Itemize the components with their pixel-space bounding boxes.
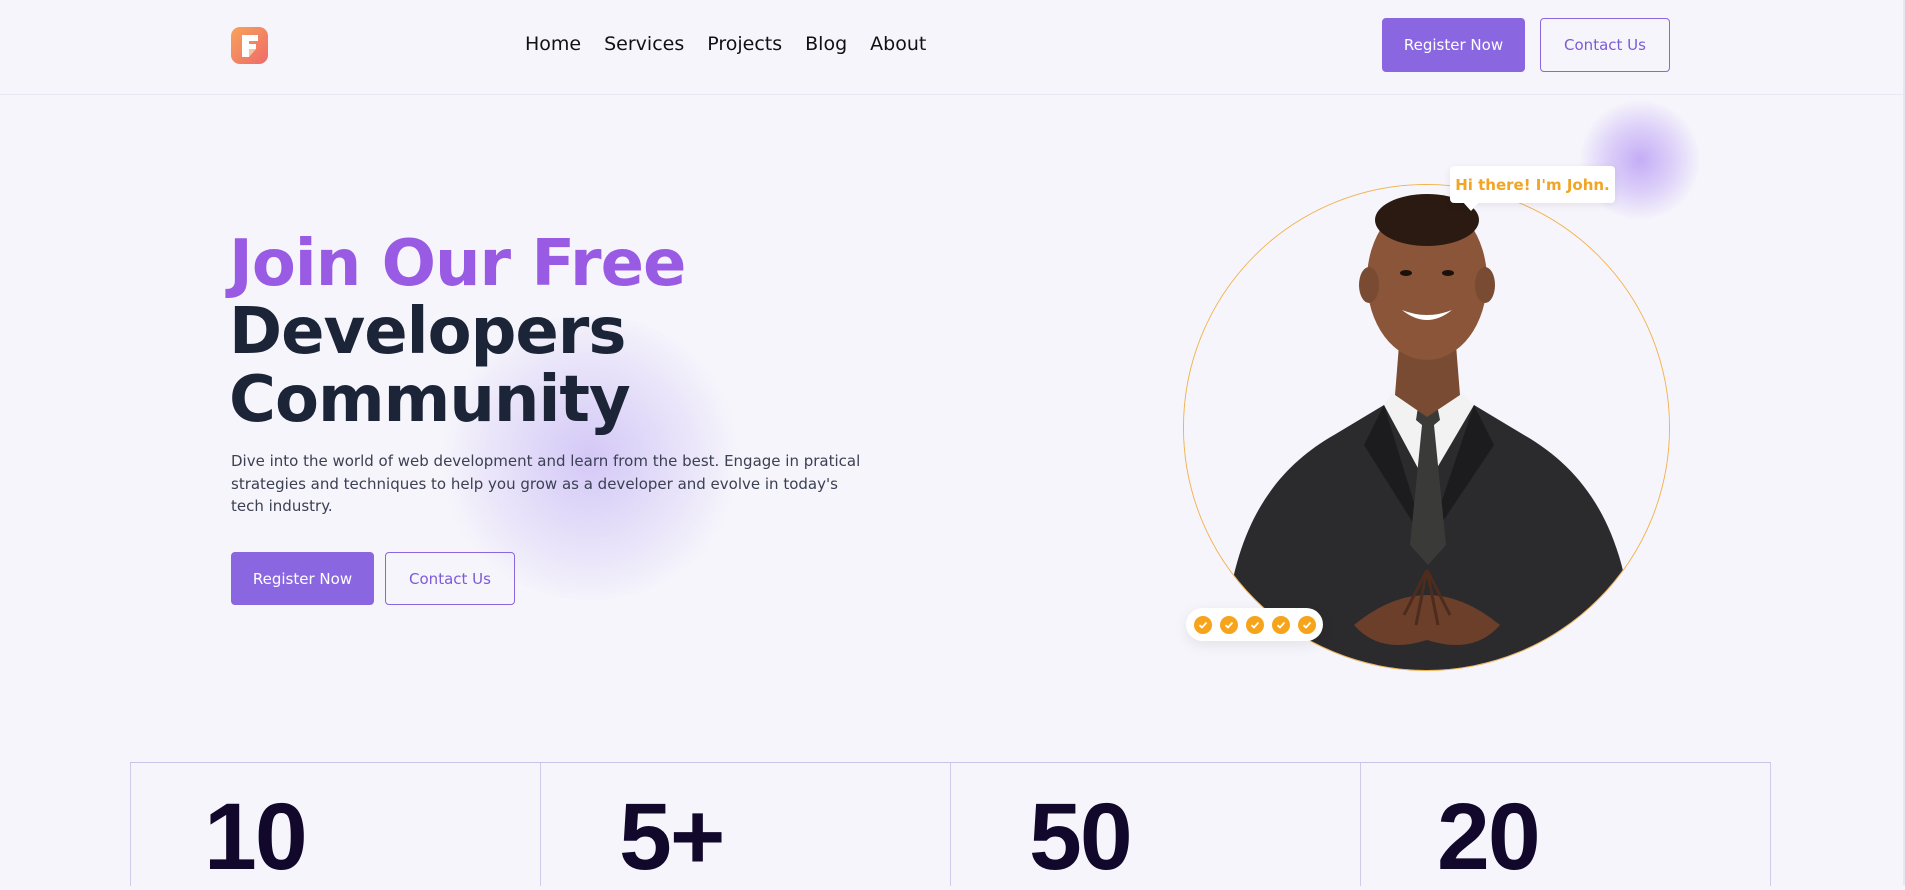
hero-description: Dive into the world of web development a… — [231, 452, 861, 515]
nav-projects-link[interactable]: Projects — [707, 28, 782, 60]
stat-card: 50 — [950, 763, 1360, 890]
hero-register-button[interactable]: Register Now — [231, 552, 374, 605]
stat-card: 5+ — [540, 763, 950, 890]
stat-value: 20 — [1437, 784, 1541, 890]
greeting-bubble: Hi there! I'm John. — [1450, 166, 1615, 203]
hero-contact-button[interactable]: Contact Us — [385, 552, 515, 605]
nav-services-link[interactable]: Services — [604, 28, 684, 60]
stat-card: 10 — [130, 763, 540, 890]
nav-about-link[interactable]: About — [870, 28, 926, 60]
verified-check-icon — [1193, 615, 1212, 634]
verified-check-icon — [1245, 615, 1264, 634]
rating-badge — [1186, 608, 1323, 641]
stat-value: 50 — [1029, 784, 1133, 890]
main-nav: Home Services Projects Blog About — [525, 28, 926, 60]
hero-title-line-1: Join Our Free — [229, 227, 686, 301]
stat-card: 20 — [1360, 763, 1771, 890]
site-header: Home Services Projects Blog About Regist… — [0, 0, 1903, 95]
verified-check-icon — [1297, 615, 1316, 634]
stat-value: 5+ — [619, 784, 725, 890]
header-register-button[interactable]: Register Now — [1382, 18, 1525, 72]
stat-value: 10 — [204, 784, 308, 890]
hero-title-line-2: Developers — [229, 295, 626, 369]
hero-title-line-3: Community — [229, 363, 631, 437]
verified-check-icon — [1271, 615, 1290, 634]
brand-logo-icon[interactable] — [231, 27, 268, 64]
greeting-bubble-tail — [1462, 201, 1480, 211]
nav-home-link[interactable]: Home — [525, 28, 581, 60]
header-contact-button[interactable]: Contact Us — [1540, 18, 1670, 72]
hero-title: Join Our Free Developers Community — [229, 227, 686, 437]
verified-check-icon — [1219, 615, 1238, 634]
profile-portrait — [1183, 184, 1670, 671]
stats-row: 10 5+ 50 20 — [130, 762, 1771, 890]
nav-blog-link[interactable]: Blog — [805, 28, 847, 60]
